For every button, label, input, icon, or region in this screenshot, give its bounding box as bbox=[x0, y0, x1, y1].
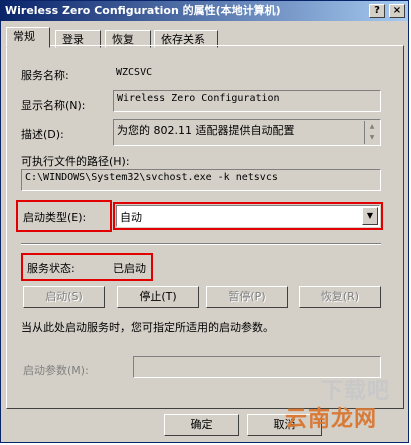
watermark-bottom: 云南龙网 bbox=[285, 407, 378, 432]
description-text: 为您的 802.11 适配器提供自动配置 bbox=[117, 124, 295, 137]
startup-type-value: 自动 bbox=[120, 211, 142, 224]
description-label: 描述(D): bbox=[21, 128, 64, 141]
resume-button[interactable]: 恢复(R) bbox=[299, 286, 381, 308]
start-params-label: 启动参数(M): bbox=[23, 364, 89, 377]
hint-text: 当从此处启动服务时，您可指定所适用的启动参数。 bbox=[21, 321, 274, 334]
startup-type-label: 启动类型(E): bbox=[23, 211, 87, 224]
service-status-value: 已启动 bbox=[113, 262, 146, 275]
display-name-field[interactable]: Wireless Zero Configuration bbox=[113, 90, 381, 112]
startup-type-select[interactable]: 自动 ▼ bbox=[116, 205, 380, 227]
exe-path-label: 可执行文件的路径(H): bbox=[21, 155, 130, 168]
window-title: Wireless Zero Configuration 的属性(本地计算机) bbox=[5, 4, 281, 17]
service-name-label: 服务名称: bbox=[21, 69, 69, 82]
service-name-value: WZCSVC bbox=[116, 67, 153, 78]
title-bar[interactable]: Wireless Zero Configuration 的属性(本地计算机) ?… bbox=[1, 1, 408, 21]
pause-button[interactable]: 暂停(P) bbox=[206, 286, 288, 308]
separator bbox=[21, 243, 381, 245]
service-status-label: 服务状态: bbox=[27, 262, 75, 275]
description-field[interactable]: 为您的 802.11 适配器提供自动配置 ▲ ▼ bbox=[113, 119, 381, 146]
stop-button[interactable]: 停止(T) bbox=[117, 286, 199, 308]
tab-general[interactable]: 常规 bbox=[6, 27, 50, 48]
help-button[interactable]: ? bbox=[369, 4, 385, 18]
close-button[interactable]: × bbox=[389, 4, 405, 18]
display-name-label: 显示名称(N): bbox=[21, 99, 86, 112]
ok-button[interactable]: 确定 bbox=[164, 414, 239, 436]
exe-path-field[interactable]: C:\WINDOWS\System32\svchost.exe -k netsv… bbox=[21, 169, 381, 191]
scroll-down-icon[interactable]: ▼ bbox=[365, 132, 379, 143]
properties-dialog: Wireless Zero Configuration 的属性(本地计算机) ?… bbox=[0, 0, 409, 443]
chevron-down-icon[interactable]: ▼ bbox=[362, 207, 378, 225]
description-scrollbar[interactable]: ▲ ▼ bbox=[364, 121, 379, 144]
scroll-up-icon[interactable]: ▲ bbox=[365, 121, 379, 132]
start-button[interactable]: 启动(S) bbox=[23, 286, 105, 308]
